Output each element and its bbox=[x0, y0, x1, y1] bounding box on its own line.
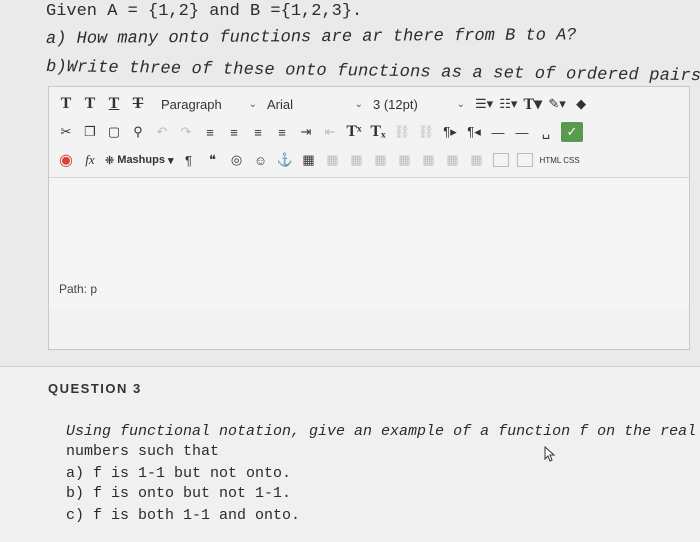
question-3-part-b: b) f is onto but not 1-1. bbox=[66, 485, 292, 502]
question-3-block: QUESTION 3 Using functional notation, gi… bbox=[0, 366, 700, 542]
spellcheck-icon[interactable]: ✓ bbox=[561, 122, 583, 142]
checkbox-a-icon[interactable] bbox=[492, 150, 510, 170]
mashups-label: Mashups bbox=[117, 154, 165, 166]
table-col-icon[interactable]: ▦ bbox=[348, 150, 366, 170]
table-icon[interactable]: ▦ bbox=[300, 150, 318, 170]
superscript-icon[interactable]: Tˣ bbox=[345, 122, 363, 142]
quote-icon[interactable]: ❝ bbox=[204, 150, 222, 170]
copy-icon[interactable]: ❐ bbox=[81, 122, 99, 142]
mouse-cursor-icon bbox=[544, 446, 556, 462]
chevron-down-icon: ⌄ bbox=[456, 98, 465, 110]
underline-t-icon[interactable]: T bbox=[105, 94, 123, 114]
checkbox-box bbox=[516, 153, 533, 167]
rtl-icon[interactable]: ¶◂ bbox=[465, 122, 483, 142]
indent-icon[interactable]: ⇥ bbox=[297, 122, 315, 142]
anchor-icon[interactable]: ⚓ bbox=[276, 150, 294, 170]
ltr-icon[interactable]: ¶▸ bbox=[441, 122, 459, 142]
html-css-label: HTML CSS bbox=[539, 155, 580, 165]
hr-icon[interactable]: — bbox=[489, 122, 507, 142]
paragraph-label: Paragraph bbox=[161, 96, 222, 112]
subscript-icon[interactable]: Tₓ bbox=[369, 122, 387, 142]
paragraph-mark-icon[interactable]: ¶ bbox=[180, 150, 198, 170]
align-right-icon[interactable]: ≡ bbox=[249, 122, 267, 142]
mashups-button[interactable]: ⁜ Mashups ▾ bbox=[105, 150, 174, 170]
bold-t-icon[interactable]: T bbox=[57, 94, 75, 114]
align-justify-icon[interactable]: ≡ bbox=[273, 122, 291, 142]
table-delete-icon[interactable]: ▦ bbox=[444, 150, 462, 170]
question-3-part-c: c) f is both 1-1 and onto. bbox=[66, 507, 301, 524]
hr2-icon[interactable]: — bbox=[513, 122, 531, 142]
paragraph-select[interactable]: Paragraph ⌄ bbox=[161, 94, 257, 114]
text-color-icon[interactable]: T▾ bbox=[523, 94, 542, 114]
formula-icon[interactable]: fx bbox=[81, 150, 99, 170]
table-props-icon[interactable]: ▦ bbox=[468, 150, 486, 170]
toolbar-row-3: ◉ fx ⁜ Mashups ▾ ¶ ❝ ◎ ☺ ⚓ ▦ ▦ ▦ ▦ ▦ ▦ ▦… bbox=[49, 147, 689, 173]
highlight-icon[interactable]: ✎▾ bbox=[548, 94, 566, 114]
bullet-list-icon[interactable]: ☰▾ bbox=[475, 94, 493, 114]
paste-icon[interactable]: ▢ bbox=[105, 122, 123, 142]
font-label: Arial bbox=[267, 96, 294, 112]
question-3-part-a: a) f is 1-1 but not onto. bbox=[66, 465, 292, 482]
question-3-label: QUESTION 3 bbox=[48, 381, 142, 396]
table-cell-icon[interactable]: ▦ bbox=[372, 150, 390, 170]
chevron-down-icon: ⌄ bbox=[354, 98, 363, 110]
clear-format-icon[interactable]: ◆ bbox=[572, 94, 590, 114]
toolbar-row-1: T T T T Paragraph ⌄ Arial ⌄ 3 (12pt) ⌄ ☰▾ ☷… bbox=[49, 91, 689, 117]
cut-icon[interactable]: ✂ bbox=[57, 122, 75, 142]
record-icon[interactable]: ◉ bbox=[57, 150, 75, 170]
question-3-line-2: numbers such that bbox=[66, 443, 220, 460]
path-indicator: Path: p bbox=[59, 282, 98, 296]
question-line-2: a) How many onto functions are ar there … bbox=[45, 26, 577, 49]
chevron-down-icon: ⌄ bbox=[248, 98, 257, 110]
mashups-icon: ⁜ bbox=[105, 154, 115, 167]
size-select[interactable]: 3 (12pt) ⌄ bbox=[373, 94, 465, 114]
emoji-icon[interactable]: ☺ bbox=[252, 150, 270, 170]
align-center-icon[interactable]: ≡ bbox=[225, 122, 243, 142]
media-icon[interactable]: ◎ bbox=[228, 150, 246, 170]
font-select[interactable]: Arial ⌄ bbox=[267, 94, 363, 114]
size-label: 3 (12pt) bbox=[373, 96, 418, 112]
toolbar-row-2: ✂ ❐ ▢ ⚲ ↶ ↷ ≡ ≡ ≡ ≡ ⇥ ⇤ Tˣ Tₓ ⛓ ⛓ ¶▸ ¶◂ … bbox=[49, 119, 689, 145]
unlink-icon[interactable]: ⛓ bbox=[417, 122, 435, 142]
rich-text-editor: T T T T Paragraph ⌄ Arial ⌄ 3 (12pt) ⌄ ☰▾ ☷… bbox=[48, 86, 690, 350]
html-css-button[interactable]: HTML CSS bbox=[540, 150, 580, 170]
undo-icon[interactable]: ↶ bbox=[153, 122, 171, 142]
editor-text-area[interactable]: Path: p bbox=[49, 177, 689, 308]
outdent-icon[interactable]: ⇤ bbox=[321, 122, 339, 142]
table-merge-icon[interactable]: ▦ bbox=[396, 150, 414, 170]
italic-t-icon[interactable]: T bbox=[81, 94, 99, 114]
question-3-line-1: Using functional notation, give an examp… bbox=[66, 423, 697, 440]
redo-icon[interactable]: ↷ bbox=[177, 122, 195, 142]
table-row-icon[interactable]: ▦ bbox=[324, 150, 342, 170]
table-split-icon[interactable]: ▦ bbox=[420, 150, 438, 170]
nbsp-icon[interactable]: ␣ bbox=[537, 122, 555, 142]
strike-t-icon[interactable]: T bbox=[129, 94, 147, 114]
numbered-list-icon[interactable]: ☷▾ bbox=[499, 94, 517, 114]
find-icon[interactable]: ⚲ bbox=[129, 122, 147, 142]
checkbox-b-icon[interactable] bbox=[516, 150, 534, 170]
checkbox-box bbox=[492, 153, 509, 167]
link-icon[interactable]: ⛓ bbox=[393, 122, 411, 142]
question-line-1: Given A = {1,2} and B ={1,2,3}. bbox=[46, 2, 363, 21]
align-left-icon[interactable]: ≡ bbox=[201, 122, 219, 142]
question-line-3: b)Write three of these onto functions as… bbox=[45, 58, 700, 87]
